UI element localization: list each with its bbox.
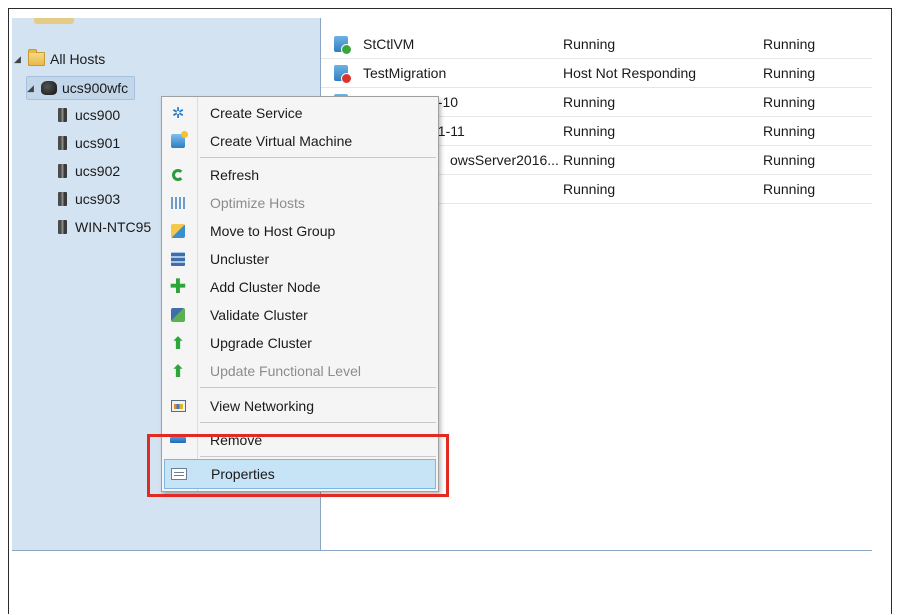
vm-state: Running [763, 94, 816, 110]
menu-item-create-service[interactable]: ✲ Create Service [164, 100, 436, 126]
cluster-context-menu: ✲ Create Service Create Virtual Machine … [161, 96, 439, 492]
create-vm-icon [170, 131, 188, 149]
tree-node-all-hosts[interactable]: ◢ All Hosts [14, 48, 105, 70]
menu-item-create-virtual-machine[interactable]: Create Virtual Machine [164, 128, 436, 154]
vm-state: Running [763, 181, 816, 197]
menu-item-update-functional-level: ⬆ Update Functional Level [164, 358, 436, 384]
vm-name: owsServer2016... [450, 152, 559, 168]
menu-item-label: Upgrade Cluster [210, 335, 312, 351]
vm-state: Running [763, 123, 816, 139]
menu-item-label: View Networking [210, 398, 315, 414]
tree-node-host[interactable]: ucs902 [58, 160, 120, 182]
callout-highlight-box [147, 434, 449, 497]
uncluster-icon [170, 251, 186, 267]
vm-status: Running [563, 181, 616, 197]
vm-error-icon [334, 65, 352, 84]
menu-item-move-to-host-group[interactable]: Move to Host Group [164, 218, 436, 244]
menu-item-label: Add Cluster Node [210, 279, 321, 295]
vm-name: StCtlVM [363, 36, 415, 52]
vm-state: Running [763, 65, 816, 81]
vm-status: Running [563, 36, 616, 52]
cluster-icon [41, 81, 57, 95]
vm-list-row[interactable]: StCtlVM Running Running [321, 30, 872, 59]
create-service-icon: ✲ [171, 104, 185, 122]
server-icon [58, 220, 67, 234]
server-icon [58, 192, 67, 206]
server-icon [58, 164, 67, 178]
vm-status: Running [563, 94, 616, 110]
optimize-hosts-icon [170, 195, 186, 211]
vm-list-row[interactable]: TestMigration Host Not Responding Runnin… [321, 59, 872, 88]
menu-item-validate-cluster[interactable]: Validate Cluster [164, 302, 436, 328]
collapse-arrow-icon[interactable]: ◢ [27, 83, 37, 94]
vm-running-icon [334, 36, 352, 55]
tree-node-label: All Hosts [50, 51, 106, 67]
validate-cluster-icon [170, 307, 186, 323]
add-node-icon: ✚ [169, 276, 187, 298]
menu-item-label: Refresh [210, 167, 260, 183]
menu-item-label: Uncluster [210, 251, 270, 267]
menu-item-label: Optimize Hosts [210, 195, 305, 211]
server-icon [58, 108, 67, 122]
folder-icon [34, 18, 74, 24]
tree-node-label: ucs902 [75, 163, 121, 179]
menu-item-upgrade-cluster[interactable]: ⬆ Upgrade Cluster [164, 330, 436, 356]
menu-item-optimize-hosts: Optimize Hosts [164, 190, 436, 216]
vm-state: Running [763, 152, 816, 168]
vm-state: Running [763, 36, 816, 52]
vm-status: Running [563, 152, 616, 168]
tree-node-label: ucs903 [75, 191, 121, 207]
tree-node-host[interactable]: WIN-NTC95 [58, 216, 151, 238]
menu-item-view-networking[interactable]: View Networking [164, 393, 436, 419]
folder-icon [28, 49, 45, 66]
server-icon [58, 136, 67, 150]
menu-item-label: Update Functional Level [210, 363, 361, 379]
menu-separator [200, 387, 436, 388]
menu-item-label: Create Service [210, 105, 303, 121]
menu-item-label: Validate Cluster [210, 307, 308, 323]
tree-node-host[interactable]: ucs900 [58, 104, 120, 126]
menu-item-label: Create Virtual Machine [210, 133, 353, 149]
menu-item-uncluster[interactable]: Uncluster [164, 246, 436, 272]
refresh-icon [170, 167, 186, 183]
tree-node-label: ucs901 [75, 135, 121, 151]
menu-item-refresh[interactable]: Refresh [164, 162, 436, 188]
move-host-group-icon [170, 223, 186, 239]
update-level-icon: ⬆ [170, 361, 186, 381]
upgrade-cluster-icon: ⬆ [170, 333, 186, 353]
tree-node-label: WIN-NTC95 [75, 219, 152, 235]
menu-item-label: Move to Host Group [210, 223, 336, 239]
tree-node-label: ucs900wfc [62, 80, 129, 96]
tree-node-label: ucs900 [75, 107, 121, 123]
collapse-arrow-icon[interactable]: ◢ [14, 54, 24, 65]
menu-item-add-cluster-node[interactable]: ✚ Add Cluster Node [164, 274, 436, 300]
tree-node-host[interactable]: ucs903 [58, 188, 120, 210]
tree-node-cluster[interactable]: ◢ ucs900wfc [26, 76, 136, 100]
vm-status: Host Not Responding [563, 65, 697, 81]
view-networking-icon [170, 398, 186, 414]
menu-separator [200, 157, 436, 158]
tree-node-host[interactable]: ucs901 [58, 132, 120, 154]
vm-status: Running [563, 123, 616, 139]
vm-name: TestMigration [363, 65, 447, 81]
menu-separator [200, 422, 436, 423]
